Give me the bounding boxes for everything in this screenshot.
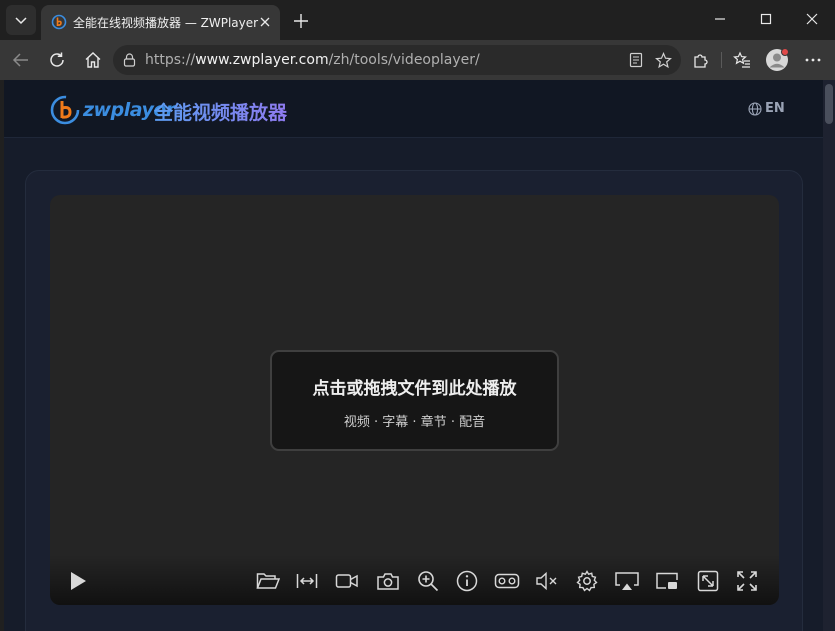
minimize-button[interactable]: [697, 0, 743, 38]
close-icon: [260, 17, 270, 27]
back-button[interactable]: [6, 45, 36, 75]
airplay-icon: [615, 572, 639, 590]
browser-toolbar: https://www.zwplayer.com/zh/tools/videop…: [0, 40, 835, 80]
scrollbar-thumb[interactable]: [825, 84, 833, 124]
browser-window: 全能在线视频播放器 — ZWPlayer https://www.zwplaye…: [0, 0, 835, 631]
web-page: zwplayer 全能视频播放器 EN 点击或拖拽文件到此处播放 视频 · 字幕…: [4, 80, 823, 631]
close-icon: [806, 13, 818, 25]
fit-width-button[interactable]: [294, 568, 320, 594]
site-header: zwplayer 全能视频播放器 EN: [4, 80, 823, 138]
tab-strip: 全能在线视频播放器 — ZWPlayer: [0, 0, 835, 40]
home-icon: [85, 52, 101, 68]
reader-mode-icon[interactable]: [629, 52, 643, 68]
more-menu-button[interactable]: [798, 45, 828, 75]
lock-icon: [123, 53, 136, 67]
page-scrollbar[interactable]: [823, 80, 835, 631]
info-button[interactable]: [454, 568, 480, 594]
pip-icon: [656, 572, 678, 589]
plus-icon: [294, 14, 308, 28]
play-button[interactable]: [65, 568, 91, 594]
language-label: EN: [765, 101, 785, 116]
player-controls-bar: [50, 555, 779, 605]
maximize-button[interactable]: [743, 0, 789, 38]
file-dropzone[interactable]: 点击或拖拽文件到此处播放 视频 · 字幕 · 章节 · 配音: [270, 350, 559, 451]
dropzone-title: 点击或拖拽文件到此处播放: [312, 379, 517, 399]
picture-in-picture-button[interactable]: [654, 568, 680, 594]
new-tab-button[interactable]: [288, 8, 314, 34]
web-fullscreen-button[interactable]: [695, 568, 721, 594]
minimize-icon: [715, 18, 725, 20]
zwplayer-favicon-icon: [51, 14, 67, 30]
vr-mode-button[interactable]: [494, 568, 520, 594]
zoom-in-icon: [418, 571, 439, 592]
puzzle-icon: [694, 54, 708, 68]
avatar-icon: [766, 48, 789, 71]
expand-horizontal-icon: [296, 574, 318, 588]
url-text: https://www.zwplayer.com/zh/tools/videop…: [145, 52, 480, 68]
favorite-star-icon[interactable]: [655, 52, 672, 69]
toolbar-divider: [721, 52, 722, 68]
info-icon: [456, 570, 478, 592]
zwplayer-logo-icon: [50, 95, 80, 125]
more-horizontal-icon: [805, 58, 821, 62]
tab-active[interactable]: 全能在线视频播放器 — ZWPlayer: [41, 5, 280, 40]
fullscreen-icon: [737, 571, 757, 591]
favorites-list-icon: [733, 51, 750, 68]
volume-mute-icon: [536, 571, 557, 591]
zoom-button[interactable]: [415, 568, 441, 594]
chevron-down-icon: [15, 17, 27, 25]
language-switcher[interactable]: EN: [748, 101, 785, 116]
cast-button[interactable]: [614, 568, 640, 594]
fullscreen-button[interactable]: [734, 568, 760, 594]
home-button[interactable]: [78, 45, 108, 75]
refresh-button[interactable]: [42, 45, 72, 75]
open-file-button[interactable]: [255, 568, 281, 594]
profile-button[interactable]: [762, 45, 792, 75]
page-title: 全能视频播放器: [154, 98, 287, 125]
maximize-icon: [760, 13, 772, 25]
video-camera-icon: [335, 574, 358, 588]
address-bar[interactable]: https://www.zwplayer.com/zh/tools/videop…: [113, 45, 681, 75]
tab-actions-menu-button[interactable]: [6, 5, 36, 35]
video-player[interactable]: 点击或拖拽文件到此处播放 视频 · 字幕 · 章节 · 配音: [50, 195, 779, 605]
gear-icon: [576, 570, 598, 592]
refresh-icon: [50, 52, 64, 67]
settings-button[interactable]: [574, 568, 600, 594]
mute-button[interactable]: [534, 568, 560, 594]
tab-title: 全能在线视频播放器 — ZWPlayer: [73, 16, 259, 30]
camera-icon: [377, 573, 399, 590]
expand-box-icon: [697, 570, 719, 592]
screenshot-button[interactable]: [375, 568, 401, 594]
record-button[interactable]: [334, 568, 360, 594]
tab-close-button[interactable]: [256, 13, 274, 31]
play-icon: [71, 572, 86, 590]
dropzone-subtitle: 视频 · 字幕 · 章节 · 配音: [343, 415, 486, 430]
favorites-button[interactable]: [727, 45, 757, 75]
globe-icon: [748, 101, 762, 116]
arrow-left-icon: [12, 53, 28, 67]
vr-glasses-icon: [494, 573, 520, 589]
close-window-button[interactable]: [789, 0, 835, 38]
extensions-button[interactable]: [686, 45, 716, 75]
folder-open-icon: [256, 573, 280, 589]
